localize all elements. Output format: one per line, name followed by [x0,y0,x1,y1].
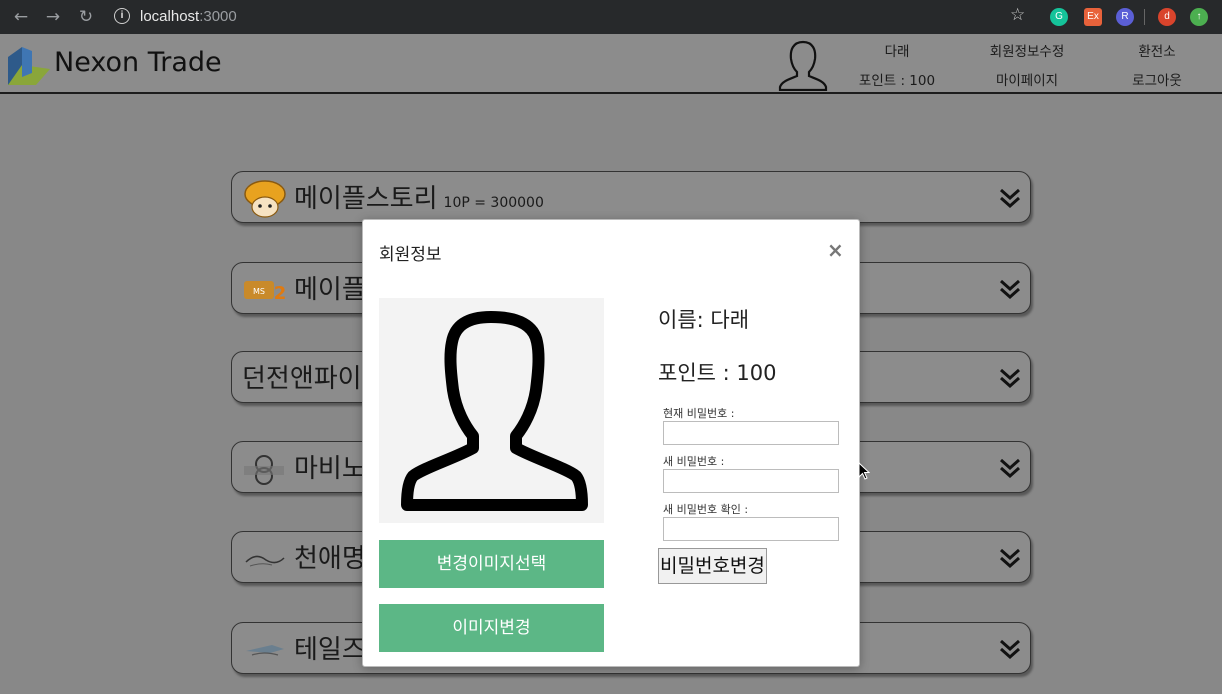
game-name: 던전앤파이 [242,364,362,394]
extension-r-icon[interactable]: R [1116,8,1134,26]
game-name: 테일즈 [294,635,366,665]
confirm-password-label: 새 비밀번호 확인 : [663,503,749,516]
svg-text:MS: MS [253,287,265,296]
info-icon[interactable]: i [114,7,130,24]
member-info-modal: 회원정보 × 변경이미지선택 이미지변경 이름: 다래 포인트 : 100 현재… [362,219,860,667]
game-logo-icon [246,645,284,656]
game-name: 메이플 [294,275,366,305]
chevron-double-down-icon[interactable] [998,456,1022,480]
change-image-button[interactable]: 이미지변경 [379,604,604,652]
mabinogi-logo-icon [244,455,284,485]
modal-title: 회원정보 [379,245,442,265]
logout-link[interactable]: 로그아웃 [1118,69,1196,89]
url-host: localhost [140,8,200,25]
new-password-input[interactable] [663,469,839,493]
browser-toolbar: ← → ↻ i localhost:3000 ☆ G Ex R d ↑ [0,0,1222,34]
member-name: 이름: 다래 [658,308,750,332]
svg-text:2: 2 [274,283,287,304]
forward-arrow-icon[interactable]: → [42,6,64,28]
game-name: 천애명 [294,544,366,574]
game-title: 메이플스토리 [294,184,438,214]
current-password-label: 현재 비밀번호 : [663,407,735,420]
user-avatar-icon[interactable] [778,39,828,91]
url-port: :3000 [199,8,237,25]
game-name: 마비노 [294,454,366,484]
exchange-rate: 10P = 300000 [443,195,544,211]
chevron-double-down-icon[interactable] [998,277,1022,301]
bookmark-star-icon[interactable]: ☆ [1010,5,1025,25]
profile-image [379,298,604,523]
game-name: 메이플스토리 10P = 300000 [294,178,544,215]
current-password-input[interactable] [663,421,839,445]
brand-title[interactable]: Nexon Trade [54,47,222,78]
change-password-button[interactable]: 비밀번호변경 [658,548,767,584]
game-card-maplestory[interactable]: 메이플스토리 10P = 300000 [231,171,1031,223]
back-arrow-icon[interactable]: ← [10,6,32,28]
member-points: 포인트 : 100 [658,361,777,385]
chevron-double-down-icon[interactable] [998,637,1022,661]
chevron-double-down-icon[interactable] [998,186,1022,210]
game-logo-icon [245,555,285,567]
extension-ex-icon[interactable]: Ex [1084,8,1102,26]
site-header: Nexon Trade 다래 포인트 : 100 회원정보수정 마이페이지 환전… [0,34,1222,94]
edit-member-info-link[interactable]: 회원정보수정 [976,40,1078,60]
reload-icon[interactable]: ↻ [75,6,97,28]
mypage-link[interactable]: 마이페이지 [986,69,1068,89]
maplestory2-logo-icon: MS 2 [244,281,287,304]
header-user-name: 다래 [884,44,910,60]
update-icon[interactable]: ↑ [1190,8,1208,26]
maplestory-mushroom-icon [244,180,286,218]
close-icon[interactable]: × [827,238,844,262]
address-bar[interactable]: i localhost:3000 [114,4,237,30]
grammarly-icon[interactable]: G [1050,8,1068,26]
select-change-image-button[interactable]: 변경이미지선택 [379,540,604,588]
chevron-double-down-icon[interactable] [998,546,1022,570]
new-password-label: 새 비밀번호 : [663,455,725,468]
mouse-cursor-icon [858,462,870,480]
user-silhouette-icon [401,311,588,511]
toolbar-divider [1144,9,1145,25]
confirm-password-input[interactable] [663,517,839,541]
nexon-trade-logo-icon[interactable] [6,43,52,87]
profile-avatar[interactable]: d [1158,8,1176,26]
header-points: 포인트 : 100 [858,73,936,89]
chevron-double-down-icon[interactable] [998,366,1022,390]
exchange-link[interactable]: 환전소 [1124,40,1190,60]
